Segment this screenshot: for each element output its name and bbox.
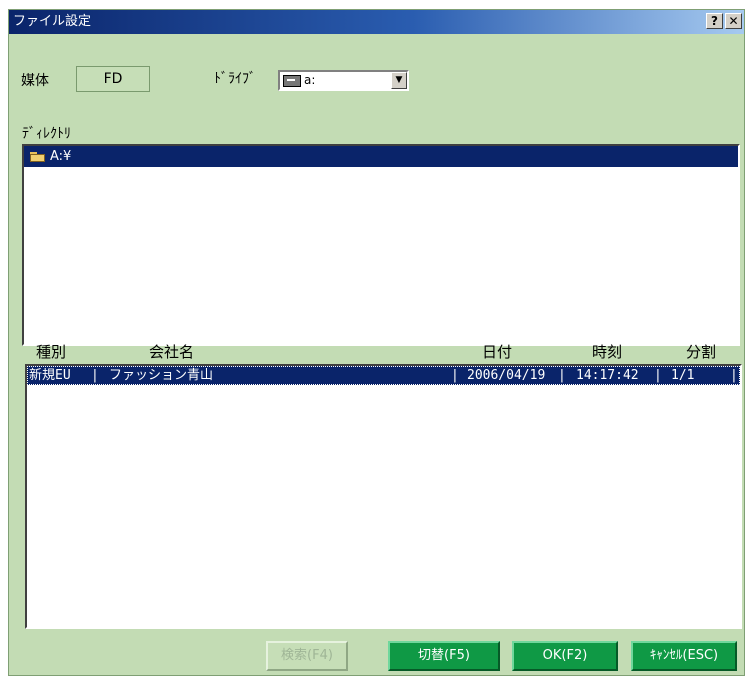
directory-label: ﾃﾞｨﾚｸﾄﾘ — [22, 126, 71, 142]
file-date-cell: 2006/04/19 — [467, 368, 546, 383]
separator: | — [451, 368, 459, 383]
column-header-date: 日付 — [482, 343, 513, 361]
file-row[interactable]: 新規EU | ファッション青山 | 2006/04/19 | 14:17:42 … — [27, 366, 740, 385]
close-button[interactable]: ✕ — [725, 13, 742, 29]
directory-item-selected[interactable]: A:¥ — [24, 146, 738, 167]
file-company-cell: ファッション青山 — [109, 368, 214, 383]
separator: | — [558, 368, 566, 383]
separator: | — [91, 368, 99, 383]
directory-item-label: A:¥ — [50, 149, 72, 164]
search-button[interactable]: 検索(F4) — [266, 641, 348, 671]
drive-select[interactable]: a: ▼ — [278, 70, 409, 91]
drive-value: a: — [304, 73, 316, 87]
drive-label: ﾄﾞﾗｲﾌﾞ — [214, 71, 256, 87]
chevron-down-icon[interactable]: ▼ — [391, 72, 407, 89]
column-header-company: 会社名 — [149, 343, 195, 361]
file-time-cell: 14:17:42 — [576, 368, 639, 383]
ok-button[interactable]: OK(F2) — [512, 641, 618, 671]
cancel-button[interactable]: ｷｬﾝｾﾙ(ESC) — [631, 641, 737, 671]
file-type-cell: 新規EU — [29, 368, 71, 383]
switch-button[interactable]: 切替(F5) — [388, 641, 500, 671]
title-bar-buttons: ? ✕ — [706, 13, 742, 29]
open-folder-icon — [30, 151, 46, 162]
directory-list[interactable]: A:¥ — [22, 144, 740, 346]
separator: | — [730, 368, 738, 383]
media-value: FD — [76, 66, 150, 92]
file-list[interactable]: 新規EU | ファッション青山 | 2006/04/19 | 14:17:42 … — [25, 364, 742, 629]
window-title: ファイル設定 — [13, 14, 92, 29]
file-settings-dialog: ファイル設定 ? ✕ 媒体 FD ﾄﾞﾗｲﾌﾞ a: ▼ ﾃﾞｨﾚｸﾄﾘ A:¥… — [8, 9, 745, 676]
column-header-split: 分割 — [686, 343, 717, 361]
file-split-cell: 1/1 — [671, 368, 695, 383]
help-button[interactable]: ? — [706, 13, 723, 29]
column-header-type: 種別 — [36, 343, 67, 361]
title-bar[interactable]: ファイル設定 ? ✕ — [9, 10, 744, 34]
column-header-time: 時刻 — [592, 343, 623, 361]
drive-icon — [283, 74, 301, 87]
separator: | — [654, 368, 662, 383]
media-label: 媒体 — [21, 73, 49, 89]
